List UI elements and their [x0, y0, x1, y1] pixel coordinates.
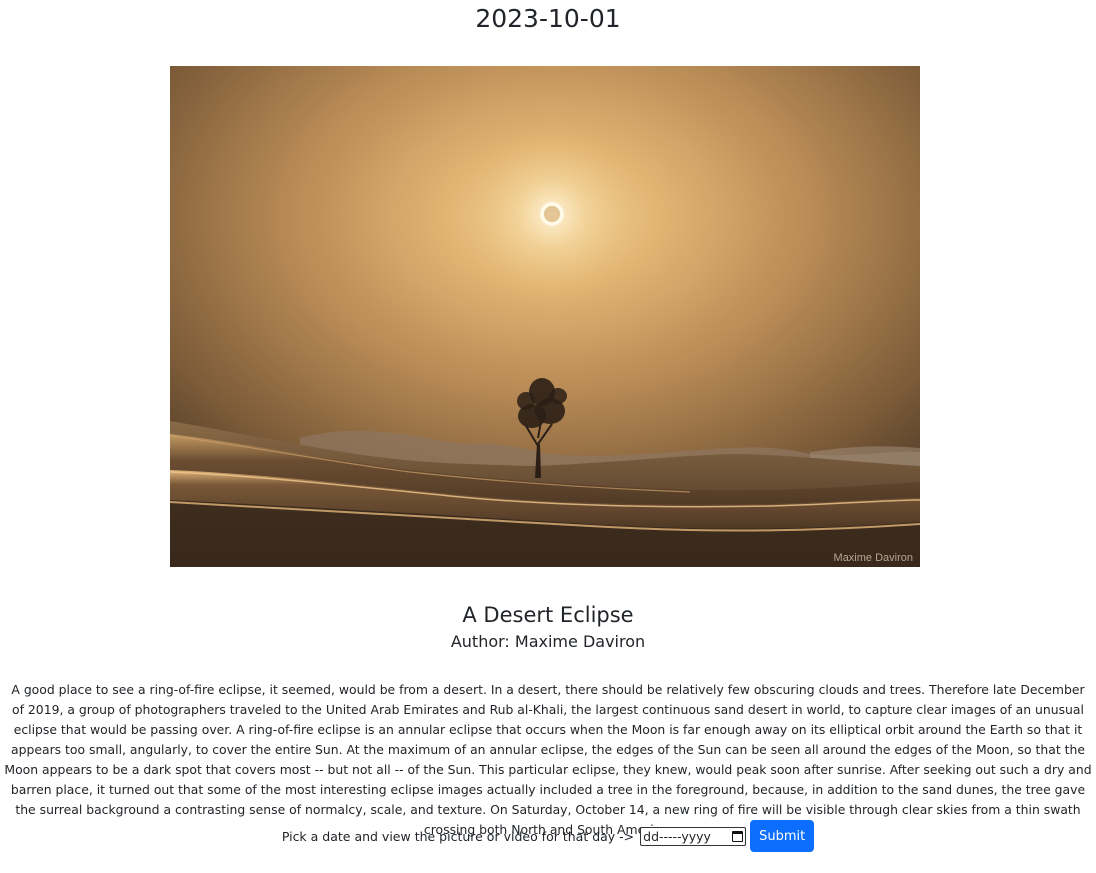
photo-credit-watermark: Maxime Daviron	[834, 552, 913, 564]
article-title: A Desert Eclipse	[462, 603, 634, 628]
article-author: Author: Maxime Daviron	[450, 632, 646, 651]
date-picker-form: Pick a date and view the picture or vide…	[0, 820, 1096, 852]
submit-button[interactable]: Submit	[750, 820, 815, 852]
calendar-icon[interactable]	[732, 830, 744, 842]
apod-image: Maxime Daviron	[170, 66, 920, 567]
page: 2023-10-01 Maxime Daviron A Desert Eclip…	[0, 0, 1096, 852]
date-picker-label: Pick a date and view the picture or vide…	[281, 828, 635, 844]
date-input-placeholder: dd-----yyyy	[643, 828, 711, 844]
article-explanation: A good place to see a ring-of-fire eclip…	[4, 682, 1092, 838]
date-input[interactable]: dd-----yyyy	[640, 826, 747, 846]
desert-eclipse-photo: Maxime Daviron	[170, 66, 920, 567]
page-date-heading: 2023-10-01	[475, 4, 621, 33]
